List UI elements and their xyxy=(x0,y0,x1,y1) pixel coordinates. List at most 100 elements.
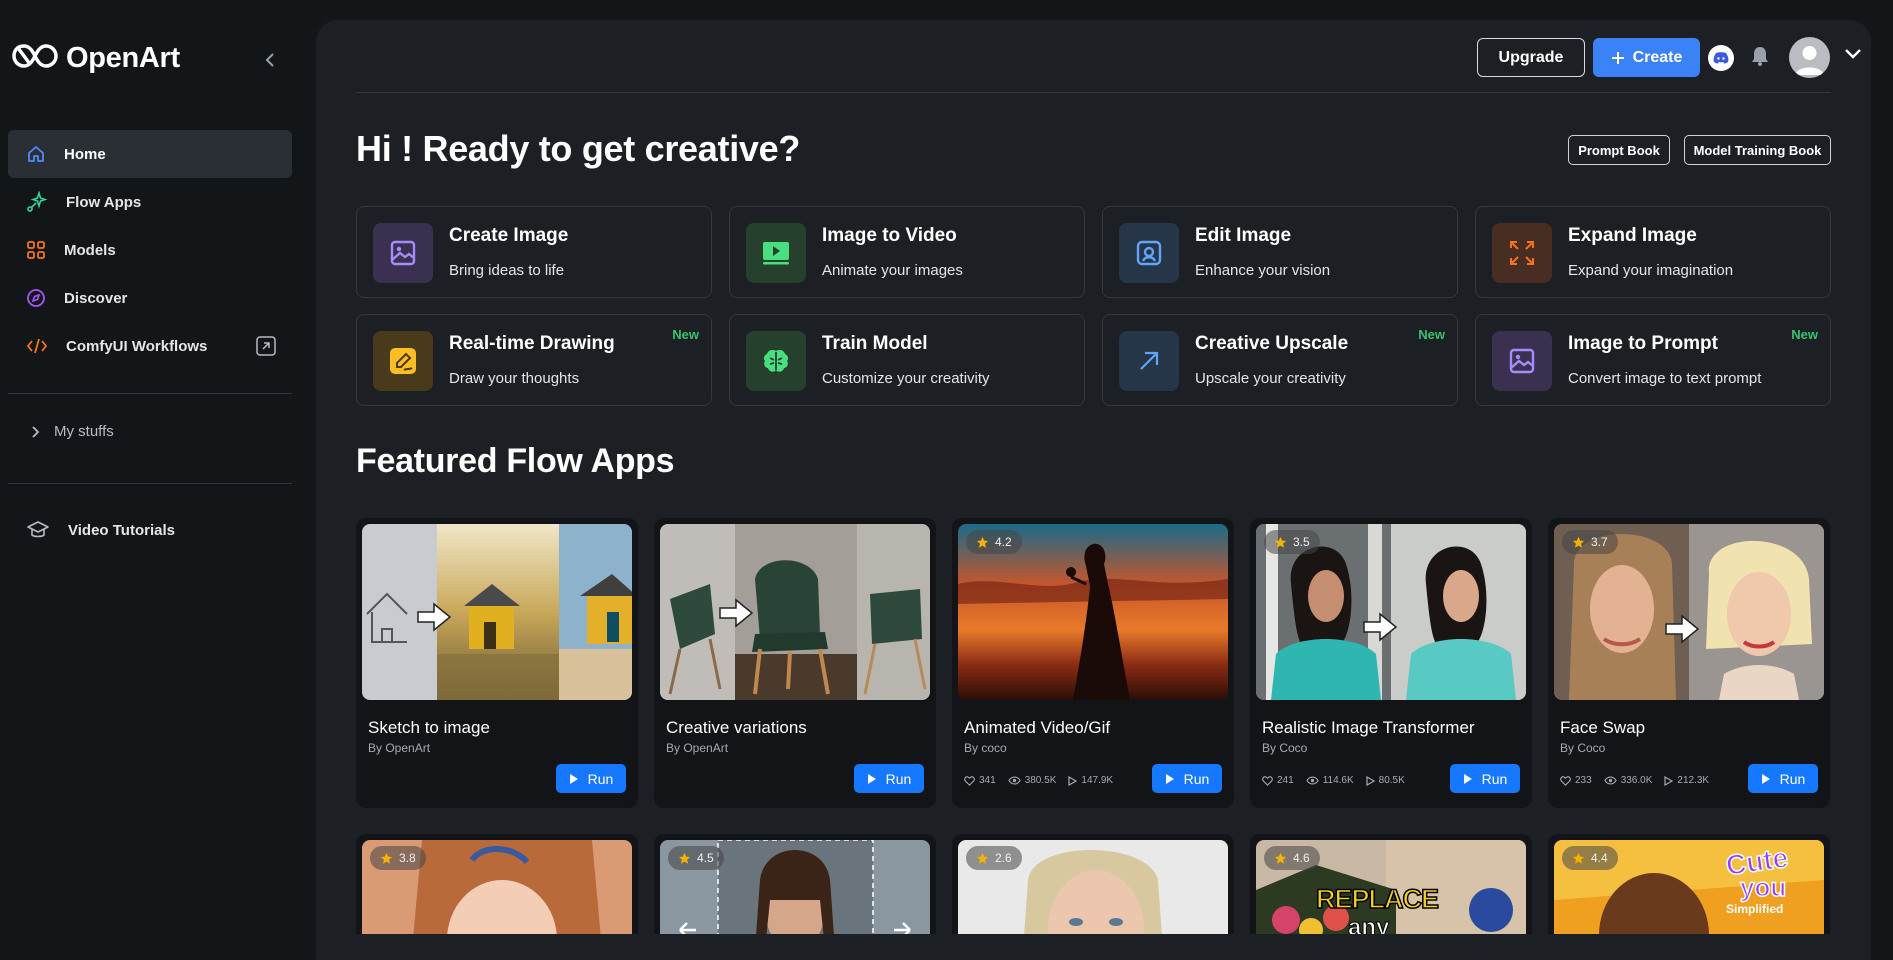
tool-edit-image[interactable]: Edit Image Enhance your vision xyxy=(1102,206,1458,298)
any-overlay-text: any xyxy=(1347,914,1390,935)
tool-creative-upscale[interactable]: Creative Upscale Upscale your creativity… xyxy=(1102,314,1458,406)
sidebar-item-comfyui-workflows[interactable]: ComfyUI Workflows xyxy=(8,322,292,370)
external-link-icon[interactable] xyxy=(256,336,276,360)
chevron-left-icon xyxy=(265,53,274,67)
featured-title: Featured Flow Apps xyxy=(356,442,675,480)
tool-real-time-drawing[interactable]: Real-time Drawing Draw your thoughts New xyxy=(356,314,712,406)
card-author: By Coco xyxy=(1560,741,1606,755)
likes-count: 241 xyxy=(1277,775,1294,786)
grid-icon xyxy=(27,241,45,259)
flow-app-card[interactable]: 3.7 Face Swap By Coco 233 336.0K 212.3K … xyxy=(1548,518,1830,808)
rating-badge: 3.7 xyxy=(1562,530,1618,554)
flow-app-card[interactable]: 3.8 xyxy=(356,834,638,934)
likes-stat: 341 xyxy=(964,775,996,786)
tool-expand-image[interactable]: Expand Image Expand your imagination xyxy=(1475,206,1831,298)
rating-badge: 2.6 xyxy=(966,846,1022,870)
run-label: Run xyxy=(1779,770,1806,787)
rating-badge: 4.6 xyxy=(1264,846,1320,870)
tool-image-to-video[interactable]: Image to Video Animate your images xyxy=(729,206,1085,298)
sidebar-item-models[interactable]: Models xyxy=(8,226,292,274)
rating-value: 3.7 xyxy=(1591,535,1608,549)
card-author: By OpenArt xyxy=(368,741,431,755)
rating-value: 4.5 xyxy=(697,851,714,865)
home-icon xyxy=(28,146,44,162)
tool-title: Creative Upscale xyxy=(1195,333,1349,354)
runs-stat: 80.5K xyxy=(1366,775,1405,786)
flow-app-card[interactable]: 2.6 xyxy=(952,834,1234,934)
tool-image-to-prompt[interactable]: Image to Prompt Convert image to text pr… xyxy=(1475,314,1831,406)
main-panel: Upgrade Create Hi ! Ready to get creativ… xyxy=(316,20,1871,960)
play-outline-icon xyxy=(1068,775,1078,786)
card-stats: 341 380.5K 147.9K xyxy=(964,775,1113,786)
runs-stat: 212.3K xyxy=(1664,775,1709,786)
card-title: Animated Video/Gif xyxy=(964,718,1111,737)
views-stat: 336.0K xyxy=(1603,775,1652,786)
card-image: Cute you Simplified 4.4 xyxy=(1554,840,1824,934)
drawing-icon xyxy=(373,331,433,391)
tool-title: Real-time Drawing xyxy=(449,333,615,354)
card-author: By Coco xyxy=(1262,741,1308,755)
my-stuffs-toggle[interactable]: My stuffs xyxy=(30,423,114,440)
sidebar-item-flow-apps[interactable]: Flow Apps xyxy=(8,178,292,226)
sidebar-item-label: Home xyxy=(64,145,106,163)
card-image xyxy=(362,524,632,700)
play-icon xyxy=(1463,773,1472,784)
card-title: Face Swap xyxy=(1560,718,1646,737)
sidebar-item-label: Flow Apps xyxy=(66,193,142,211)
sidebar-item-video-tutorials[interactable]: Video Tutorials xyxy=(26,520,175,540)
flow-app-card[interactable]: 4.5 xyxy=(654,834,936,934)
run-button[interactable]: Run xyxy=(1450,764,1520,793)
avatar[interactable] xyxy=(1789,37,1830,78)
card-image: 4.2 xyxy=(958,524,1228,700)
upgrade-button[interactable]: Upgrade xyxy=(1477,38,1585,77)
run-button[interactable]: Run xyxy=(854,764,924,793)
run-button[interactable]: Run xyxy=(1748,764,1818,793)
brain-icon xyxy=(746,331,806,391)
create-button-label: Create xyxy=(1632,48,1683,66)
sidebar-item-label: ComfyUI Workflows xyxy=(66,337,208,355)
run-button[interactable]: Run xyxy=(1152,764,1222,793)
run-button[interactable]: Run xyxy=(556,764,626,793)
card-title: Sketch to image xyxy=(368,718,490,737)
tool-train-model[interactable]: Train Model Customize your creativity xyxy=(729,314,1085,406)
flow-app-card[interactable]: 3.5 Realistic Image Transformer By Coco … xyxy=(1250,518,1532,808)
plus-icon xyxy=(1611,51,1624,64)
play-outline-icon xyxy=(1366,775,1375,786)
tool-subtitle: Expand your imagination xyxy=(1568,262,1734,279)
prompt-book-button[interactable]: Prompt Book xyxy=(1568,135,1670,165)
tool-subtitle: Animate your images xyxy=(822,262,963,279)
runs-count: 147.9K xyxy=(1081,775,1114,786)
sidebar-nav: Home Flow Apps Models Discover ComfyUI W… xyxy=(8,130,292,370)
create-button[interactable]: Create xyxy=(1593,38,1700,77)
sidebar-item-home[interactable]: Home xyxy=(8,130,292,178)
collapse-sidebar-button[interactable] xyxy=(258,48,282,72)
page-title: Hi ! Ready to get creative? xyxy=(356,128,801,169)
tool-subtitle: Enhance your vision xyxy=(1195,262,1331,279)
tool-title: Image to Prompt xyxy=(1568,333,1718,354)
bell-icon[interactable] xyxy=(1750,45,1770,72)
sidebar-item-label: Discover xyxy=(64,289,128,307)
eye-icon xyxy=(1007,776,1021,785)
image-icon xyxy=(1492,331,1552,391)
card-title: Creative variations xyxy=(666,718,807,737)
views-count: 114.6K xyxy=(1322,775,1354,786)
tool-title: Train Model xyxy=(822,333,928,354)
rating-badge: 4.4 xyxy=(1562,846,1618,870)
discord-icon[interactable] xyxy=(1708,45,1734,71)
flow-app-card[interactable]: 4.2 Animated Video/Gif By coco 341 380.5… xyxy=(952,518,1234,808)
model-training-book-button[interactable]: Model Training Book xyxy=(1684,135,1831,165)
sidebar-item-discover[interactable]: Discover xyxy=(8,274,292,322)
flow-app-card[interactable]: REPLACE any 4.6 xyxy=(1250,834,1532,934)
chevron-down-icon[interactable] xyxy=(1844,47,1862,65)
tool-subtitle: Convert image to text prompt xyxy=(1568,370,1762,387)
runs-count: 212.3K xyxy=(1677,775,1710,786)
card-stats: 233 336.0K 212.3K xyxy=(1560,775,1709,786)
star-icon xyxy=(976,852,989,864)
flow-app-card[interactable]: Cute you Simplified 4.4 xyxy=(1548,834,1830,934)
flow-app-card[interactable]: Creative variations By OpenArt Run xyxy=(654,518,936,808)
brand-logo[interactable]: OpenArt xyxy=(12,42,180,75)
brand-name: OpenArt xyxy=(66,42,180,74)
flow-app-card[interactable]: Sketch to image By OpenArt Run xyxy=(356,518,638,808)
tool-create-image[interactable]: Create Image Bring ideas to life xyxy=(356,206,712,298)
compass-icon xyxy=(27,289,45,307)
